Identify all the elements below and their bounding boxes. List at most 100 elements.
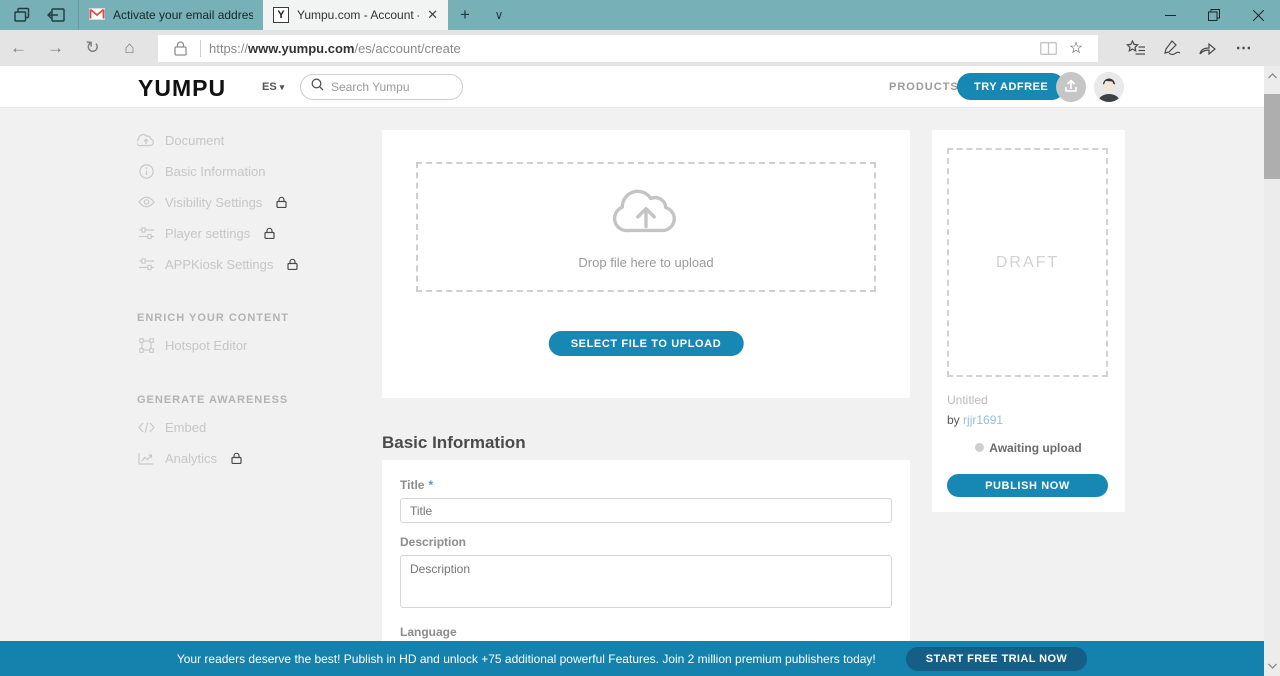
- basic-information-heading: Basic Information: [382, 433, 526, 453]
- tab-close-icon[interactable]: ✕: [427, 7, 438, 23]
- reading-view-icon[interactable]: [1034, 36, 1062, 60]
- tab-title: Activate your email address: [113, 8, 253, 22]
- search-box[interactable]: [300, 74, 463, 100]
- title-label: Title*: [400, 478, 892, 492]
- url-separator: [200, 40, 201, 57]
- status-dot-icon: [975, 443, 984, 452]
- language-label: Language: [400, 625, 892, 639]
- url-text: https://www.yumpu.com/es/account/create: [209, 41, 1034, 56]
- dropzone-text: Drop file here to upload: [578, 255, 713, 270]
- draft-placeholder: DRAFT: [947, 148, 1108, 377]
- person-icon: [1094, 72, 1124, 102]
- document-preview-card: DRAFT Untitled by rjjr1691 Awaiting uplo…: [932, 130, 1125, 512]
- web-note-pen-icon[interactable]: [1154, 34, 1190, 62]
- scrollbar-thumb[interactable]: [1264, 94, 1280, 179]
- info-icon: [137, 164, 155, 179]
- publish-now-button[interactable]: PUBLISH NOW: [947, 474, 1108, 497]
- refresh-icon[interactable]: ↻: [74, 33, 111, 63]
- search-icon: [311, 78, 324, 96]
- status-badge: Awaiting upload: [932, 441, 1125, 455]
- back-icon[interactable]: ←: [0, 33, 37, 63]
- language-dropdown[interactable]: ES ▾: [262, 81, 284, 93]
- required-asterisk: *: [428, 478, 433, 492]
- sidebar-item-player-settings[interactable]: Player settings: [137, 219, 275, 247]
- forward-icon[interactable]: →: [37, 33, 74, 63]
- yumpu-favicon: Y: [273, 7, 289, 23]
- sidebar-item-embed[interactable]: Embed: [137, 413, 206, 441]
- browser-tab-bar: Activate your email address Y Yumpu.com …: [0, 0, 1280, 30]
- sidebar-item-label: Embed: [165, 420, 206, 435]
- window-restore-icon[interactable]: [1192, 0, 1236, 30]
- sidebar-item-document[interactable]: Document: [137, 126, 224, 154]
- tab-title: Yumpu.com - Account -: [297, 8, 419, 22]
- favorite-star-icon[interactable]: ☆: [1062, 36, 1090, 60]
- draft-label: DRAFT: [996, 254, 1059, 272]
- scroll-up-icon[interactable]: [1264, 68, 1280, 84]
- sidebar-item-label: Visibility Settings: [165, 195, 262, 210]
- share-icon[interactable]: [1190, 34, 1226, 62]
- preview-title: Untitled: [947, 393, 988, 407]
- sliders-icon: [137, 258, 155, 271]
- lock-icon: [264, 227, 275, 239]
- favorites-hub-icon[interactable]: [1118, 34, 1154, 62]
- promo-banner: Your readers deserve the best! Publish i…: [0, 641, 1264, 676]
- cloud-upload-icon: [608, 184, 684, 247]
- sidebar-item-hotspot-editor[interactable]: Hotspot Editor: [137, 331, 247, 359]
- title-input[interactable]: [400, 498, 892, 523]
- set-tabs-aside-icon[interactable]: [42, 3, 70, 27]
- window-minimize-icon[interactable]: [1148, 0, 1192, 30]
- new-tab-icon[interactable]: +: [448, 0, 482, 30]
- start-free-trial-button[interactable]: START FREE TRIAL NOW: [906, 647, 1087, 671]
- gmail-icon: [89, 8, 105, 23]
- sidebar-item-label: Document: [165, 133, 224, 148]
- sidebar-item-basic-information[interactable]: Basic Information: [137, 157, 265, 185]
- site-header: YUMPU ES ▾ PRODUCTS TRY ADFREE: [0, 66, 1280, 108]
- file-dropzone[interactable]: Drop file here to upload: [416, 162, 876, 292]
- sliders-icon: [137, 227, 155, 240]
- sidebar-section-enrich: ENRICH YOUR CONTENT: [137, 312, 289, 324]
- search-input[interactable]: [331, 80, 441, 94]
- preview-byline: by rjjr1691: [947, 413, 1003, 427]
- lock-icon: [276, 196, 287, 208]
- chevron-down-icon: ▾: [280, 82, 285, 92]
- description-label: Description: [400, 535, 892, 549]
- sidebar-item-visibility-settings[interactable]: Visibility Settings: [137, 188, 287, 216]
- promo-message: Your readers deserve the best! Publish i…: [177, 652, 876, 666]
- lock-icon: [287, 258, 298, 270]
- sidebar-item-appkiosk-settings[interactable]: APPKiosk Settings: [137, 250, 298, 278]
- sidebar-item-label: Player settings: [165, 226, 250, 241]
- window-close-icon[interactable]: [1236, 0, 1280, 30]
- url-field[interactable]: https://www.yumpu.com/es/account/create …: [158, 35, 1098, 62]
- sidebar-item-analytics[interactable]: Analytics: [137, 444, 242, 472]
- scroll-down-icon[interactable]: [1264, 658, 1280, 674]
- description-input[interactable]: [400, 555, 892, 608]
- yumpu-logo[interactable]: YUMPU: [138, 75, 226, 102]
- user-avatar[interactable]: [1094, 72, 1124, 102]
- page-scrollbar[interactable]: [1264, 66, 1280, 676]
- publish-upload-icon: [1063, 77, 1079, 98]
- try-adfree-button[interactable]: TRY ADFREE: [957, 73, 1065, 100]
- sidebar-item-label: Hotspot Editor: [165, 338, 247, 353]
- sidebar-item-label: APPKiosk Settings: [165, 257, 273, 272]
- eye-icon: [137, 196, 155, 208]
- select-file-button[interactable]: SELECT FILE TO UPLOAD: [549, 331, 744, 356]
- lock-icon: [231, 452, 242, 464]
- tab-chevron-down-icon[interactable]: ∨: [482, 0, 516, 30]
- products-menu[interactable]: PRODUCTS: [889, 81, 959, 93]
- home-icon[interactable]: ⌂: [111, 33, 148, 63]
- analytics-chart-icon: [137, 452, 155, 465]
- upload-card: Drop file here to upload SELECT FILE TO …: [382, 130, 910, 398]
- browser-tab-gmail[interactable]: Activate your email address: [78, 0, 263, 30]
- author-link[interactable]: rjjr1691: [963, 413, 1003, 427]
- upload-shortcut-button[interactable]: [1056, 72, 1086, 102]
- lock-icon: [166, 36, 194, 60]
- tab-preview-icon[interactable]: [8, 3, 36, 27]
- sidebar-section-awareness: GENERATE AWARENESS: [137, 394, 288, 406]
- browser-tab-yumpu[interactable]: Y Yumpu.com - Account - ✕: [263, 0, 448, 30]
- sidebar-item-label: Basic Information: [165, 164, 265, 179]
- sidebar-item-label: Analytics: [165, 451, 217, 466]
- browser-address-bar: ← → ↻ ⌂ https://www.yumpu.com/es/account…: [0, 30, 1280, 66]
- code-icon: [137, 422, 155, 433]
- cloud-upload-icon: [137, 133, 155, 147]
- more-ellipsis-icon[interactable]: ⋯: [1226, 34, 1262, 62]
